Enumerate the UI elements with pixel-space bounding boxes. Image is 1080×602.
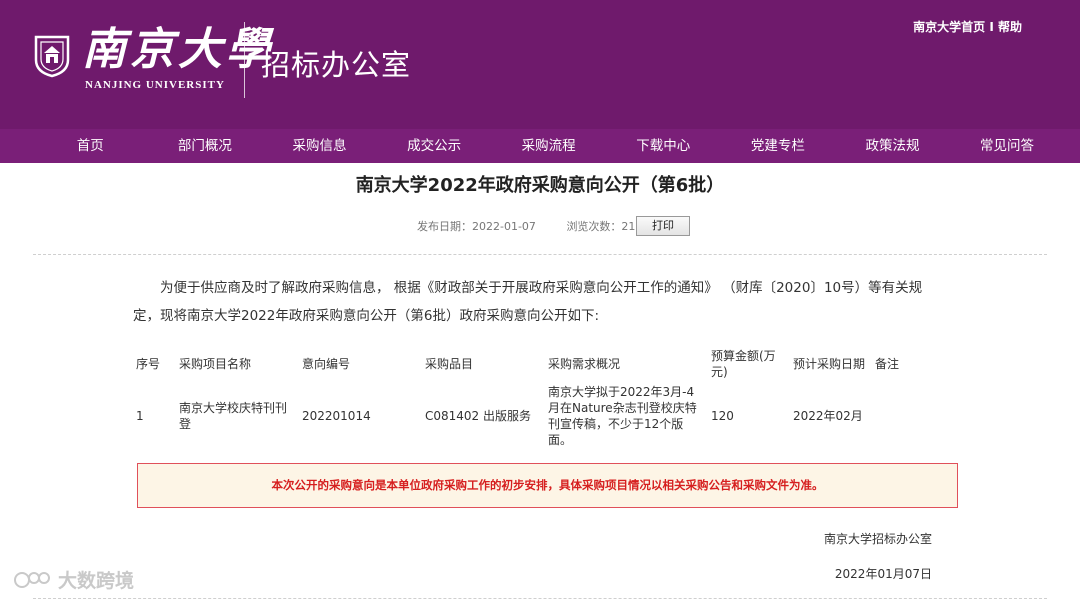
nav-item-procurement-info[interactable]: 采购信息	[262, 129, 377, 163]
intro-line-2: 定，现将南京大学2022年政府采购意向公开（第6批）政府采购意向公开如下:	[133, 308, 599, 324]
bottom-divider	[33, 598, 1047, 599]
divider	[33, 254, 1047, 255]
watermark-logo-icon	[14, 571, 50, 588]
table-header-row: 序号 采购项目名称 意向编号 采购品目 采购需求概况 预算金额(万元) 预计采购…	[133, 346, 922, 382]
table-row: 1 南京大学校庆特刊刊登 202201014 C081402 出版服务 南京大学…	[133, 382, 922, 450]
header-cell-intent-number: 意向编号	[302, 357, 351, 371]
publish-date: 发布日期：2022-01-07	[417, 220, 536, 233]
intro-paragraph: 为便于供应商及时了解政府采购信息， 根据《财政部关于开展政府采购意向公开工作的通…	[133, 274, 945, 330]
intro-line-1: 为便于供应商及时了解政府采购信息， 根据《财政部关于开展政府采购意向公开工作的通…	[160, 280, 923, 296]
header-cell-requirements: 采购需求概况	[548, 357, 621, 371]
header-cell-remarks: 备注	[875, 357, 900, 371]
cell-budget: 120	[711, 409, 734, 423]
office-title: 招标办公室	[261, 48, 412, 82]
cell-expected-date: 2022年02月	[793, 409, 863, 423]
nav-item-procurement-process[interactable]: 采购流程	[491, 129, 606, 163]
logo-chinese-text[interactable]: 南京大學	[82, 24, 274, 76]
header-cell-project-name: 采购项目名称	[179, 357, 252, 371]
cell-project-name: 南京大学校庆特刊刊登	[179, 401, 288, 431]
header-cell-index: 序号	[136, 357, 161, 371]
header-cell-expected-date: 预计采购日期	[793, 357, 866, 371]
nav-item-deal-announcement[interactable]: 成交公示	[377, 129, 492, 163]
print-button[interactable]: 打印	[636, 216, 690, 236]
cell-category: C081402 出版服务	[425, 409, 532, 423]
nav-item-party-column[interactable]: 党建专栏	[721, 129, 836, 163]
notice-box: 本次公开的采购意向是本单位政府采购工作的初步安排，具体采购项目情况以相关采购公告…	[137, 463, 958, 508]
cell-requirements: 南京大学拟于2022年3月-4月在Nature杂志刊登校庆特刊宣传稿，不少于12…	[548, 385, 697, 447]
procurement-table: 序号 采购项目名称 意向编号 采购品目 采购需求概况 预算金额(万元) 预计采购…	[133, 346, 922, 450]
cell-index: 1	[136, 409, 144, 423]
university-seal-icon[interactable]	[33, 34, 71, 78]
nav-item-department[interactable]: 部门概况	[148, 129, 263, 163]
main-nav: 首页 部门概况 采购信息 成交公示 采购流程 下载中心 党建专栏 政策法规 常见…	[0, 129, 1080, 163]
logo-divider	[244, 22, 245, 98]
nav-item-home[interactable]: 首页	[33, 129, 148, 163]
view-count: 浏览次数：212	[566, 220, 643, 233]
cell-intent-number: 202201014	[302, 409, 371, 423]
watermark-text: 大数跨境	[58, 570, 135, 592]
header-cell-budget: 预算金额(万元)	[711, 349, 776, 379]
university-home-link[interactable]: 南京大学首页	[913, 20, 985, 34]
top-links-separator: I	[989, 20, 998, 34]
nav-item-faq[interactable]: 常见问答	[950, 129, 1065, 163]
cell-remarks	[872, 382, 922, 450]
watermark: 大数跨境	[12, 566, 134, 593]
article-meta: 发布日期：2022-01-07 浏览次数：212	[417, 218, 642, 234]
site-header: 南京大學 NANJING UNIVERSITY 招标办公室 南京大学首页 I 帮…	[0, 0, 1080, 129]
page-title: 南京大学2022年政府采购意向公开（第6批）	[355, 175, 725, 196]
nav-item-policies[interactable]: 政策法规	[835, 129, 950, 163]
help-link[interactable]: 帮助	[998, 20, 1022, 34]
signature-org: 南京大学招标办公室	[823, 532, 932, 546]
signature-block: 南京大学招标办公室 2022年01月07日	[824, 522, 932, 592]
nav-item-downloads[interactable]: 下载中心	[606, 129, 721, 163]
logo-english-text[interactable]: NANJING UNIVERSITY	[85, 79, 225, 91]
signature-date: 2022年01月07日	[834, 567, 932, 581]
header-cell-category: 采购品目	[425, 357, 474, 371]
top-links: 南京大学首页 I 帮助	[913, 18, 1022, 35]
